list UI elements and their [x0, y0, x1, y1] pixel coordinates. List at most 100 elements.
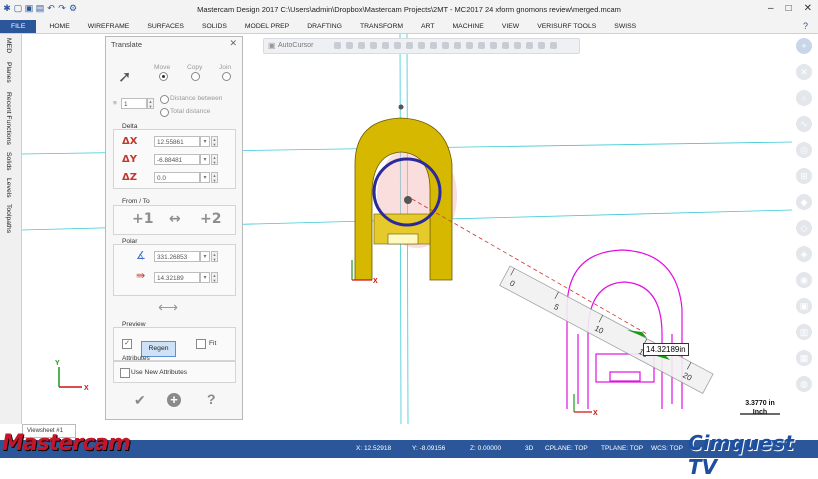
to-point-button[interactable]: +2	[200, 211, 221, 227]
snap-icon[interactable]	[466, 42, 473, 49]
delta-y-field[interactable]: -6.88481	[154, 154, 200, 165]
tool-icon[interactable]: ✕	[796, 64, 812, 80]
snap-icon[interactable]	[370, 42, 377, 49]
tool-icon[interactable]: ◎	[796, 142, 812, 158]
tool-icon[interactable]: ▣	[796, 298, 812, 314]
snap-icon[interactable]	[382, 42, 389, 49]
snap-icon[interactable]	[490, 42, 497, 49]
chevron-down-icon[interactable]: ▾	[200, 251, 210, 262]
circle-icon[interactable]: ○	[796, 90, 812, 106]
snap-icon[interactable]	[406, 42, 413, 49]
tool-icon[interactable]: ◆	[796, 194, 812, 210]
delta-z-spinner[interactable]: ▲ ▼	[211, 172, 218, 183]
delta-z-field[interactable]: 0.0	[154, 172, 200, 183]
regen-checkbox[interactable]: ✓	[122, 339, 132, 349]
tab-model-prep[interactable]: MODEL PREP	[236, 20, 298, 33]
snap-icon[interactable]	[394, 42, 401, 49]
tool-icon[interactable]: ▦	[796, 350, 812, 366]
tool-icon[interactable]: ◉	[796, 272, 812, 288]
reverse-direction-icon[interactable]: ⟷	[158, 299, 178, 316]
total-distance-label: Total distance	[170, 108, 211, 115]
from-point-button[interactable]: +1	[132, 211, 153, 227]
tab-med[interactable]: MED	[5, 38, 12, 53]
snap-icon[interactable]	[478, 42, 485, 49]
tab-view[interactable]: VIEW	[493, 20, 528, 33]
window-controls: – □ ✕	[768, 3, 812, 14]
delta-y-spinner[interactable]: ▲ ▼	[211, 154, 218, 165]
copy-radio[interactable]	[191, 72, 200, 81]
tab-transform[interactable]: TRANSFORM	[351, 20, 412, 33]
join-radio[interactable]	[222, 72, 231, 81]
swap-direction-icon[interactable]: ↔	[169, 211, 181, 227]
tab-drafting[interactable]: DRAFTING	[298, 20, 351, 33]
tab-verisurf-tools[interactable]: VERISURF TOOLS	[528, 20, 605, 33]
chevron-down-icon[interactable]: ▾	[200, 136, 210, 147]
snap-icon[interactable]	[418, 42, 425, 49]
tab-swiss[interactable]: SWISS	[605, 20, 645, 33]
snap-icon[interactable]	[526, 42, 533, 49]
chevron-down-icon[interactable]: ▾	[200, 272, 210, 283]
status-tplane[interactable]: TPLANE: TOP	[601, 440, 643, 458]
tab-toolpaths[interactable]: Toolpaths	[5, 204, 12, 233]
status-3d[interactable]: 3D	[525, 440, 533, 458]
polar-angle-field[interactable]: 331.26853	[154, 251, 200, 262]
apply-button[interactable]: +	[167, 393, 181, 407]
spline-icon[interactable]: ∿	[796, 116, 812, 132]
snap-icon[interactable]	[514, 42, 521, 49]
chevron-down-icon[interactable]: ▾	[200, 154, 210, 165]
snap-icon[interactable]	[502, 42, 509, 49]
snap-icon[interactable]	[550, 42, 557, 49]
tab-surfaces[interactable]: SURFACES	[138, 20, 193, 33]
fit-checkbox[interactable]	[196, 339, 206, 349]
polar-length-field[interactable]: 14.32189	[154, 272, 200, 283]
select-cursor-icon[interactable]: ➚	[118, 67, 131, 87]
add-icon[interactable]: +	[796, 38, 812, 54]
tab-art[interactable]: ART	[412, 20, 443, 33]
tab-home[interactable]: HOME	[40, 20, 78, 33]
lock-icon[interactable]: ▣	[268, 41, 276, 50]
tab-solids[interactable]: SOLIDS	[193, 20, 236, 33]
tool-icon[interactable]: ▥	[796, 324, 812, 340]
snap-icon[interactable]	[442, 42, 449, 49]
help-button[interactable]: ?	[207, 391, 216, 407]
minimize-button[interactable]: –	[768, 3, 774, 14]
tab-levels[interactable]: Levels	[5, 178, 12, 198]
snap-icon[interactable]	[538, 42, 545, 49]
tool-icon[interactable]: ◇	[796, 220, 812, 236]
ok-button[interactable]: ✔	[134, 392, 146, 409]
help-icon[interactable]: ?	[803, 20, 808, 33]
use-new-attributes-checkbox[interactable]	[120, 368, 130, 378]
attributes-group: Use New Attributes	[113, 361, 236, 383]
tool-icon[interactable]: ◈	[796, 246, 812, 262]
distance-between-radio[interactable]	[160, 95, 169, 104]
snap-icon[interactable]	[454, 42, 461, 49]
chevron-down-icon[interactable]: ▾	[200, 172, 210, 183]
tool-icon[interactable]: ◍	[796, 376, 812, 392]
maximize-button[interactable]: □	[786, 3, 792, 14]
delta-x-spinner[interactable]: ▲ ▼	[211, 136, 218, 147]
tab-planes[interactable]: Planes	[5, 62, 12, 83]
polar-angle-spinner[interactable]: ▲ ▼	[211, 251, 218, 262]
snap-icon[interactable]	[430, 42, 437, 49]
instances-field[interactable]: 1	[121, 98, 147, 109]
autocursor-label[interactable]: AutoCursor	[278, 39, 313, 53]
tool-icon[interactable]: ⊞	[796, 168, 812, 184]
panel-close-icon[interactable]: ✕	[229, 38, 237, 49]
status-wcs[interactable]: WCS: TOP	[651, 440, 683, 458]
snap-icon[interactable]	[334, 42, 341, 49]
tab-wireframe[interactable]: WIREFRAME	[79, 20, 139, 33]
move-radio[interactable]	[159, 72, 168, 81]
snap-icon[interactable]	[346, 42, 353, 49]
close-button[interactable]: ✕	[804, 3, 812, 14]
instances-spinner[interactable]: ▲ ▼	[147, 98, 154, 109]
snap-icon[interactable]	[358, 42, 365, 49]
delta-x-field[interactable]: 12.55861	[154, 136, 200, 147]
tab-file[interactable]: FILE	[0, 20, 37, 33]
tab-recent-functions[interactable]: Recent Functions	[5, 92, 12, 145]
tab-machine[interactable]: MACHINE	[444, 20, 493, 33]
total-distance-radio[interactable]	[160, 108, 169, 117]
distance-between-label: Distance between	[170, 95, 223, 102]
polar-length-spinner[interactable]: ▲ ▼	[211, 272, 218, 283]
status-cplane[interactable]: CPLANE: TOP	[545, 440, 588, 458]
tab-solids-manager[interactable]: Solids	[5, 152, 12, 171]
